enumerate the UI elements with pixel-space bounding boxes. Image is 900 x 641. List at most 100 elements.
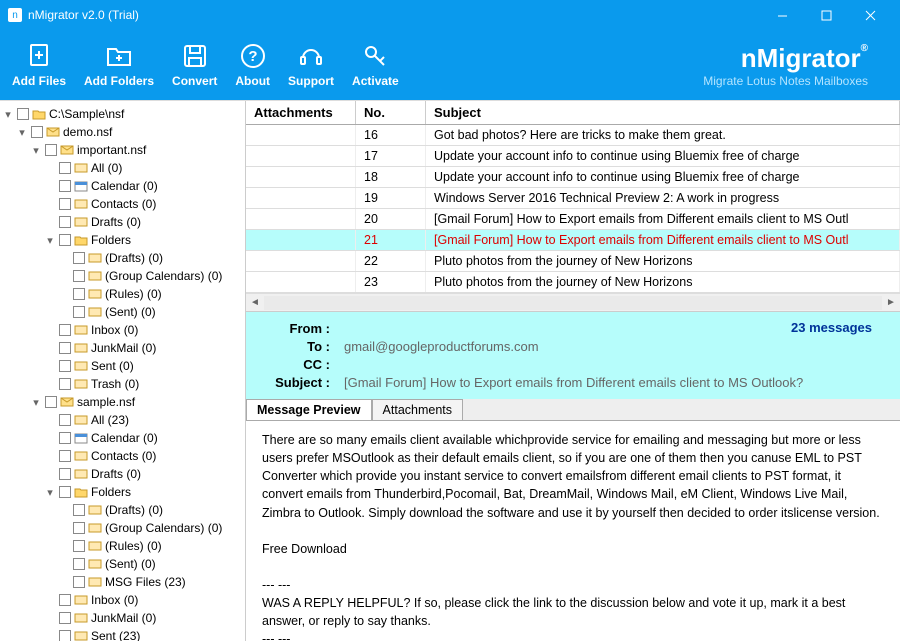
support-button[interactable]: Support bbox=[288, 42, 334, 88]
table-row[interactable]: 16Got bad photos? Here are tricks to mak… bbox=[246, 125, 900, 146]
checkbox[interactable] bbox=[59, 180, 71, 192]
checkbox[interactable] bbox=[59, 378, 71, 390]
table-row[interactable]: 21[Gmail Forum] How to Export emails fro… bbox=[246, 230, 900, 251]
about-button[interactable]: ? About bbox=[235, 42, 270, 88]
table-row[interactable]: 17Update your account info to continue u… bbox=[246, 146, 900, 167]
tree-node[interactable]: ▾C:\Sample\nsf bbox=[2, 105, 243, 123]
tree-node[interactable]: (Group Calendars) (0) bbox=[2, 519, 243, 537]
checkbox[interactable] bbox=[31, 126, 43, 138]
tree-node[interactable]: All (23) bbox=[2, 411, 243, 429]
minimize-button[interactable] bbox=[760, 0, 804, 30]
activate-button[interactable]: Activate bbox=[352, 42, 399, 88]
horizontal-scrollbar[interactable]: ◄ ► bbox=[246, 293, 900, 311]
scroll-left-icon[interactable]: ◄ bbox=[246, 294, 264, 312]
add-files-button[interactable]: Add Files bbox=[12, 42, 66, 88]
tree-node[interactable]: ▾demo.nsf bbox=[2, 123, 243, 141]
tree-node[interactable]: (Group Calendars) (0) bbox=[2, 267, 243, 285]
tree-node[interactable]: All (0) bbox=[2, 159, 243, 177]
to-label: To : bbox=[260, 339, 330, 354]
scroll-right-icon[interactable]: ► bbox=[882, 294, 900, 312]
checkbox[interactable] bbox=[45, 396, 57, 408]
checkbox[interactable] bbox=[59, 324, 71, 336]
tree-node-label: Contacts (0) bbox=[91, 449, 156, 463]
table-row[interactable]: 22Pluto photos from the journey of New H… bbox=[246, 251, 900, 272]
tree-node[interactable]: (Drafts) (0) bbox=[2, 249, 243, 267]
folder-tree[interactable]: ▾C:\Sample\nsf▾demo.nsf▾important.nsfAll… bbox=[0, 101, 246, 641]
tree-node[interactable]: Drafts (0) bbox=[2, 465, 243, 483]
checkbox[interactable] bbox=[59, 234, 71, 246]
add-folders-button[interactable]: Add Folders bbox=[84, 42, 154, 88]
checkbox[interactable] bbox=[59, 594, 71, 606]
tree-node[interactable]: Drafts (0) bbox=[2, 213, 243, 231]
checkbox[interactable] bbox=[59, 342, 71, 354]
tree-node[interactable]: Calendar (0) bbox=[2, 177, 243, 195]
right-pane: Attachments No. Subject 16Got bad photos… bbox=[246, 101, 900, 641]
expand-toggle-icon[interactable]: ▾ bbox=[30, 396, 42, 409]
tree-node[interactable]: ▾sample.nsf bbox=[2, 393, 243, 411]
checkbox[interactable] bbox=[59, 450, 71, 462]
col-no[interactable]: No. bbox=[356, 101, 426, 124]
tree-node-label: important.nsf bbox=[77, 143, 146, 157]
tree-node[interactable]: ▾Folders bbox=[2, 231, 243, 249]
checkbox[interactable] bbox=[45, 144, 57, 156]
tree-node[interactable]: (Rules) (0) bbox=[2, 285, 243, 303]
table-row[interactable]: 20[Gmail Forum] How to Export emails fro… bbox=[246, 209, 900, 230]
table-row[interactable]: 18Update your account info to continue u… bbox=[246, 167, 900, 188]
checkbox[interactable] bbox=[73, 540, 85, 552]
checkbox[interactable] bbox=[73, 306, 85, 318]
checkbox[interactable] bbox=[59, 198, 71, 210]
close-button[interactable] bbox=[848, 0, 892, 30]
tree-node[interactable]: Calendar (0) bbox=[2, 429, 243, 447]
tab-attachments[interactable]: Attachments bbox=[372, 399, 463, 420]
checkbox[interactable] bbox=[59, 414, 71, 426]
checkbox[interactable] bbox=[73, 504, 85, 516]
svg-text:?: ? bbox=[248, 48, 257, 65]
tree-node[interactable]: Trash (0) bbox=[2, 375, 243, 393]
message-body[interactable]: There are so many emails client availabl… bbox=[246, 421, 900, 641]
tree-node[interactable]: (Sent) (0) bbox=[2, 555, 243, 573]
tab-message-preview[interactable]: Message Preview bbox=[246, 399, 372, 420]
tree-node[interactable]: (Drafts) (0) bbox=[2, 501, 243, 519]
checkbox[interactable] bbox=[59, 360, 71, 372]
tree-node[interactable]: Inbox (0) bbox=[2, 321, 243, 339]
tree-node[interactable]: Contacts (0) bbox=[2, 195, 243, 213]
table-row[interactable]: 23Pluto photos from the journey of New H… bbox=[246, 272, 900, 293]
checkbox[interactable] bbox=[59, 162, 71, 174]
checkbox[interactable] bbox=[59, 432, 71, 444]
convert-button[interactable]: Convert bbox=[172, 42, 217, 88]
checkbox[interactable] bbox=[59, 486, 71, 498]
col-subject[interactable]: Subject bbox=[426, 101, 900, 124]
tree-node[interactable]: (Sent) (0) bbox=[2, 303, 243, 321]
table-row[interactable]: 19Windows Server 2016 Technical Preview … bbox=[246, 188, 900, 209]
tree-node[interactable]: JunkMail (0) bbox=[2, 609, 243, 627]
col-attachments[interactable]: Attachments bbox=[246, 101, 356, 124]
checkbox[interactable] bbox=[59, 468, 71, 480]
checkbox[interactable] bbox=[73, 522, 85, 534]
tree-node[interactable]: (Rules) (0) bbox=[2, 537, 243, 555]
checkbox[interactable] bbox=[59, 630, 71, 641]
expand-toggle-icon[interactable]: ▾ bbox=[2, 108, 14, 121]
checkbox[interactable] bbox=[73, 288, 85, 300]
checkbox[interactable] bbox=[59, 612, 71, 624]
expand-toggle-icon[interactable]: ▾ bbox=[44, 486, 56, 499]
checkbox[interactable] bbox=[73, 252, 85, 264]
maximize-button[interactable] bbox=[804, 0, 848, 30]
checkbox[interactable] bbox=[73, 576, 85, 588]
expand-toggle-icon[interactable]: ▾ bbox=[30, 144, 42, 157]
tree-node[interactable]: JunkMail (0) bbox=[2, 339, 243, 357]
tree-node[interactable]: ▾ important.nsf bbox=[2, 141, 243, 159]
checkbox[interactable] bbox=[59, 216, 71, 228]
expand-toggle-icon[interactable]: ▾ bbox=[16, 126, 28, 139]
checkbox[interactable] bbox=[17, 108, 29, 120]
tree-node[interactable]: Inbox (0) bbox=[2, 591, 243, 609]
tree-node[interactable]: Contacts (0) bbox=[2, 447, 243, 465]
tree-node[interactable]: Sent (23) bbox=[2, 627, 243, 641]
tree-node[interactable]: MSG Files (23) bbox=[2, 573, 243, 591]
cell-no: 23 bbox=[356, 272, 426, 292]
expand-toggle-icon[interactable]: ▾ bbox=[44, 234, 56, 247]
tree-node[interactable]: Sent (0) bbox=[2, 357, 243, 375]
folder-icon bbox=[74, 486, 88, 498]
checkbox[interactable] bbox=[73, 270, 85, 282]
checkbox[interactable] bbox=[73, 558, 85, 570]
tree-node[interactable]: ▾Folders bbox=[2, 483, 243, 501]
